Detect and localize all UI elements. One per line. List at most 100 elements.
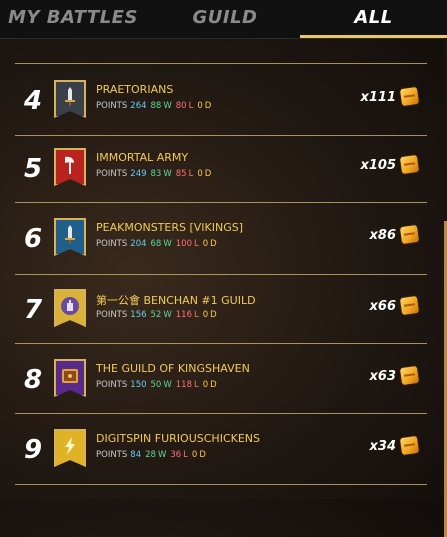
guild-name[interactable]: PEAKMONSTERS [VIKINGS]: [96, 221, 243, 234]
rank-number: 9: [23, 435, 43, 465]
tab-guild[interactable]: GUILD: [170, 0, 280, 38]
sword-icon: [65, 225, 75, 244]
wins-value: 68: [150, 239, 162, 249]
losses-label: L: [193, 310, 199, 320]
draws-label: D: [199, 450, 206, 460]
lightning-icon: [65, 437, 75, 455]
guild-banner: [54, 218, 86, 256]
reward-chest-icon: [399, 295, 420, 316]
losses-value: 36: [170, 450, 182, 460]
wins-label: W: [163, 310, 172, 320]
leaderboard-row[interactable]: 8 THE GUILD OF KINGSHAVEN POINTS 150 50 W 11…: [0, 355, 440, 415]
draws-label: D: [210, 380, 217, 390]
points-label: POINTS: [96, 380, 128, 390]
losses-value: 116: [175, 310, 192, 320]
hand-icon: [61, 297, 79, 315]
points-value: 264: [130, 101, 147, 111]
guild-name[interactable]: THE GUILD OF KINGSHAVEN: [96, 362, 250, 375]
draws-value: 0: [202, 239, 209, 249]
leaderboard-row[interactable]: 6 PEAKMONSTERS [VIKINGS] POINTS 204 68 W 100…: [0, 214, 440, 274]
reward-multiplier: x111: [360, 90, 396, 105]
draws-value: 0: [197, 101, 203, 111]
wins-label: W: [163, 101, 172, 111]
wins-label: W: [157, 450, 167, 460]
points-value: 150: [130, 380, 147, 390]
losses-label: L: [183, 450, 188, 460]
points-value: 204: [130, 239, 147, 249]
guild-stats: POINTS 156 52 W 116 L 0 D: [96, 310, 217, 320]
points-value: 249: [130, 169, 147, 179]
losses-value: 118: [175, 380, 192, 390]
guild-name[interactable]: 第一公會 BENCHAN #1 GUILD: [96, 292, 256, 308]
guild-stats: POINTS 150 50 W 118 L 0 D: [96, 380, 217, 390]
divider: [15, 63, 427, 64]
guild-stats: POINTS 84 28 W 36 L 0 D: [96, 450, 206, 460]
wins-value: 83: [150, 169, 162, 179]
tab-bar: MY BATTLES GUILD ALL: [0, 0, 447, 39]
points-label: POINTS: [96, 169, 128, 179]
rank-number: 6: [23, 224, 43, 254]
losses-label: L: [188, 101, 194, 111]
guild-name[interactable]: DIGITSPIN FURIOUSCHICKENS: [96, 432, 260, 445]
draws-label: D: [210, 310, 217, 320]
draws-value: 0: [197, 169, 203, 179]
losses-value: 85: [175, 169, 187, 179]
reward-chest-icon: [399, 224, 420, 245]
losses-label: L: [193, 239, 199, 249]
reward-multiplier: x66: [369, 299, 396, 314]
points-label: POINTS: [96, 450, 128, 460]
guild-name[interactable]: IMMORTAL ARMY: [96, 151, 188, 164]
reward-multiplier: x86: [369, 228, 396, 243]
guild-banner: [54, 429, 86, 467]
sword-icon: [65, 87, 75, 106]
guild-banner: [54, 80, 86, 118]
leaderboard-row[interactable]: 4 PRAETORIANS POINTS 264 88 W 80 L 0 D x111: [0, 76, 440, 136]
guild-stats: POINTS 249 83 W 85 L 0 D: [96, 169, 211, 179]
tab-my-battles[interactable]: MY BATTLES: [8, 0, 138, 38]
reward-chest-icon: [399, 86, 420, 107]
losses-value: 80: [175, 101, 187, 111]
rank-number: 7: [23, 295, 43, 325]
reward-multiplier: x105: [360, 158, 396, 173]
guild-stats: POINTS 264 88 W 80 L 0 D: [96, 101, 211, 111]
points-value: 156: [130, 310, 147, 320]
points-label: POINTS: [96, 239, 128, 249]
draws-value: 0: [202, 380, 209, 390]
divider: [15, 274, 427, 275]
wins-label: W: [163, 239, 172, 249]
draws-label: D: [204, 169, 212, 179]
reward-multiplier: x34: [369, 439, 396, 454]
guild-banner: [54, 359, 86, 397]
axe-icon: [65, 156, 74, 174]
reward-chest-icon: [399, 365, 420, 386]
reward-multiplier: x63: [369, 369, 396, 384]
wins-value: 50: [150, 380, 162, 390]
losses-label: L: [188, 169, 194, 179]
guild-name[interactable]: PRAETORIANS: [96, 83, 173, 96]
points-label: POINTS: [96, 310, 128, 320]
book-icon: [62, 369, 78, 383]
rank-number: 5: [23, 154, 43, 184]
leaderboard-row[interactable]: 7 第一公會 BENCHAN #1 GUILD POINTS 156 52 W 116 L…: [0, 285, 440, 345]
draws-value: 0: [202, 310, 209, 320]
draws-value: 0: [191, 450, 198, 460]
draws-label: D: [210, 239, 217, 249]
reward-chest-icon: [399, 435, 420, 456]
rank-number: 4: [23, 86, 43, 116]
points-value: 84: [130, 450, 142, 460]
reward-chest-icon: [399, 154, 420, 175]
draws-label: D: [204, 101, 212, 111]
wins-value: 28: [145, 450, 156, 460]
losses-label: L: [193, 380, 199, 390]
guild-banner: [54, 289, 86, 327]
wins-value: 88: [150, 101, 162, 111]
losses-value: 100: [175, 239, 192, 249]
tab-all[interactable]: ALL: [300, 0, 447, 38]
rank-number: 8: [23, 365, 43, 395]
guild-stats: POINTS 204 68 W 100 L 0 D: [96, 239, 217, 249]
leaderboard-row[interactable]: 9 DIGITSPIN FURIOUSCHICKENS POINTS 84 28 W 3…: [0, 425, 440, 485]
wins-label: W: [163, 169, 172, 179]
leaderboard-row[interactable]: 5 IMMORTAL ARMY POINTS 249 83 W 85 L 0 D x105: [0, 144, 440, 204]
wins-label: W: [163, 380, 172, 390]
wins-value: 52: [150, 310, 162, 320]
